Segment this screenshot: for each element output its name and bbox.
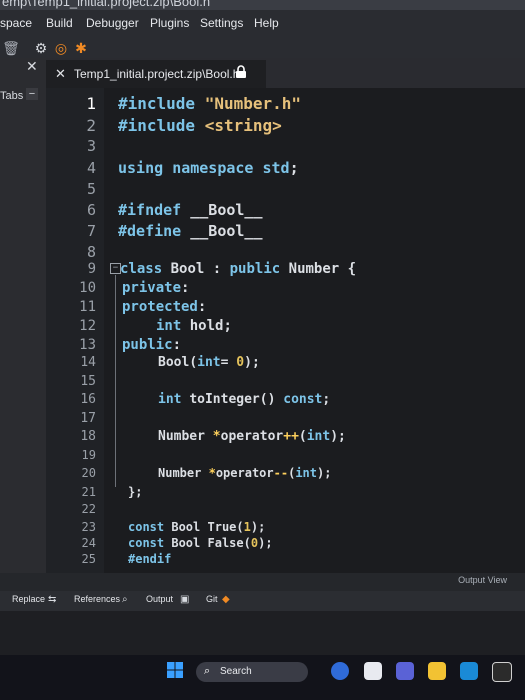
tab-references[interactable]: References — [74, 594, 120, 604]
menu-build[interactable]: Build — [46, 16, 73, 30]
replace-icon: ⇆ — [48, 594, 57, 605]
copilot-icon[interactable] — [331, 662, 349, 680]
collapse-icon[interactable]: − — [26, 88, 38, 100]
code-line[interactable]: #include "Number.h" — [118, 94, 301, 113]
line-number: 17 — [80, 411, 96, 426]
taskbar-search[interactable]: ⌕ Search — [196, 662, 308, 682]
code-editor[interactable]: #include "Number.h" #include <string> usin… — [104, 88, 525, 573]
output-icon: ▣ — [180, 594, 190, 605]
code-line[interactable]: protected: — [122, 299, 206, 315]
line-number: 11 — [79, 299, 96, 315]
git-icon: ◆ — [222, 594, 230, 605]
menu-workspace[interactable]: space — [0, 16, 32, 30]
epic-games-icon[interactable] — [492, 662, 512, 682]
line-number: 23 — [81, 520, 96, 534]
line-number: 9 — [87, 261, 96, 277]
line-number: 2 — [86, 116, 96, 135]
line-number: 18 — [80, 429, 96, 444]
line-number: 8 — [86, 243, 96, 261]
menu-settings[interactable]: Settings — [200, 16, 243, 30]
output-area — [0, 611, 525, 655]
code-line[interactable]: #include <string> — [118, 116, 282, 135]
windows-start-icon[interactable] — [167, 662, 183, 678]
code-line[interactable]: Bool(int= 0); — [158, 355, 260, 370]
code-line[interactable]: using namespace std; — [118, 159, 299, 177]
code-line[interactable]: Number *operator--(int); — [158, 466, 331, 480]
line-number: 24 — [81, 536, 96, 550]
editor-tab-bar: ✕ Temp1_initial.project.zip\Bool.h — [46, 58, 525, 88]
menu-plugins[interactable]: Plugins — [150, 16, 189, 30]
line-number: 3 — [86, 137, 96, 155]
line-number: 20 — [81, 466, 96, 480]
line-number: 4 — [86, 159, 96, 177]
line-number: 21 — [81, 485, 96, 499]
target-icon[interactable]: ◎ — [52, 39, 70, 57]
tab-replace[interactable]: Replace — [12, 594, 45, 604]
line-number: 6 — [86, 201, 96, 219]
line-number: 7 — [86, 222, 96, 240]
close-tab-icon[interactable]: ✕ — [55, 66, 66, 82]
tab-git[interactable]: Git — [206, 594, 218, 604]
code-line[interactable]: int hold; — [156, 318, 232, 334]
tab-output[interactable]: Output — [146, 594, 173, 604]
line-number: 13 — [79, 337, 96, 353]
code-line[interactable]: #define __Bool__ — [118, 222, 263, 240]
editor-tab-bool-h[interactable]: ✕ Temp1_initial.project.zip\Bool.h — [46, 60, 266, 88]
workspace-panel: ✕ Tabs − — [0, 58, 46, 573]
file-explorer-icon[interactable] — [428, 662, 446, 680]
close-panel-icon[interactable]: ✕ — [26, 58, 38, 75]
code-line[interactable]: Number *operator++(int); — [158, 429, 346, 444]
lock-icon — [236, 65, 246, 78]
trash-icon[interactable]: 🗑 — [2, 39, 20, 57]
bug-icon[interactable]: ✱ — [72, 39, 90, 57]
output-view-label: Output View — [458, 575, 507, 585]
mail-icon[interactable] — [460, 662, 478, 680]
fold-guide-line — [115, 275, 116, 487]
panel-splitter[interactable]: Output View — [0, 573, 525, 591]
code-line[interactable]: const Bool True(1); — [128, 520, 265, 534]
gear-icon[interactable]: ⚙ — [32, 39, 50, 57]
menu-debugger[interactable]: Debugger — [86, 16, 139, 30]
line-number: 25 — [81, 552, 96, 566]
code-line[interactable]: public: — [122, 337, 181, 353]
line-number: 19 — [81, 448, 96, 462]
code-line[interactable]: const Bool False(0); — [128, 536, 273, 550]
code-line[interactable]: private: — [122, 280, 189, 296]
search-label: Search — [220, 666, 252, 677]
code-line[interactable]: class Bool : public Number { — [120, 261, 356, 277]
bottom-panel-tabs: Replace ⇆ References ⌕ Output ▣ Git ◆ — [0, 591, 525, 611]
line-number: 15 — [80, 374, 96, 389]
window-title-bar: emp\Temp1_initial.project.zip\Bool.h — [0, 0, 525, 10]
line-number: 14 — [80, 355, 96, 370]
tabs-label[interactable]: Tabs — [0, 90, 23, 102]
window-title: emp\Temp1_initial.project.zip\Bool.h — [2, 0, 211, 9]
line-number-gutter: 1 2 3 4 5 6 7 8 9 10 11 12 13 14 15 16 17 18 19 20 21 22 23 24 2… — [46, 88, 104, 573]
search-icon: ⌕ — [122, 594, 128, 605]
tab-title: Temp1_initial.project.zip\Bool.h — [74, 67, 240, 81]
line-number: 1 — [86, 94, 96, 113]
toolbar: 🗑 ⚙ ◎ ✱ — [0, 38, 525, 58]
code-line[interactable]: #ifndef __Bool__ — [118, 201, 263, 219]
task-view-icon[interactable] — [364, 662, 382, 680]
line-number: 10 — [79, 280, 96, 296]
line-number: 16 — [80, 392, 96, 407]
line-number: 22 — [81, 502, 96, 516]
code-line[interactable]: #endif — [128, 552, 171, 566]
menu-help[interactable]: Help — [254, 16, 279, 30]
line-number: 12 — [79, 318, 96, 334]
code-line[interactable]: }; — [128, 485, 142, 499]
search-icon: ⌕ — [204, 665, 211, 677]
menu-bar: space Build Debugger Plugins Settings He… — [0, 10, 525, 38]
code-line[interactable]: int toInteger() const; — [158, 392, 330, 407]
fold-toggle-icon[interactable]: − — [110, 263, 121, 274]
chat-icon[interactable] — [396, 662, 414, 680]
line-number: 5 — [86, 180, 96, 198]
